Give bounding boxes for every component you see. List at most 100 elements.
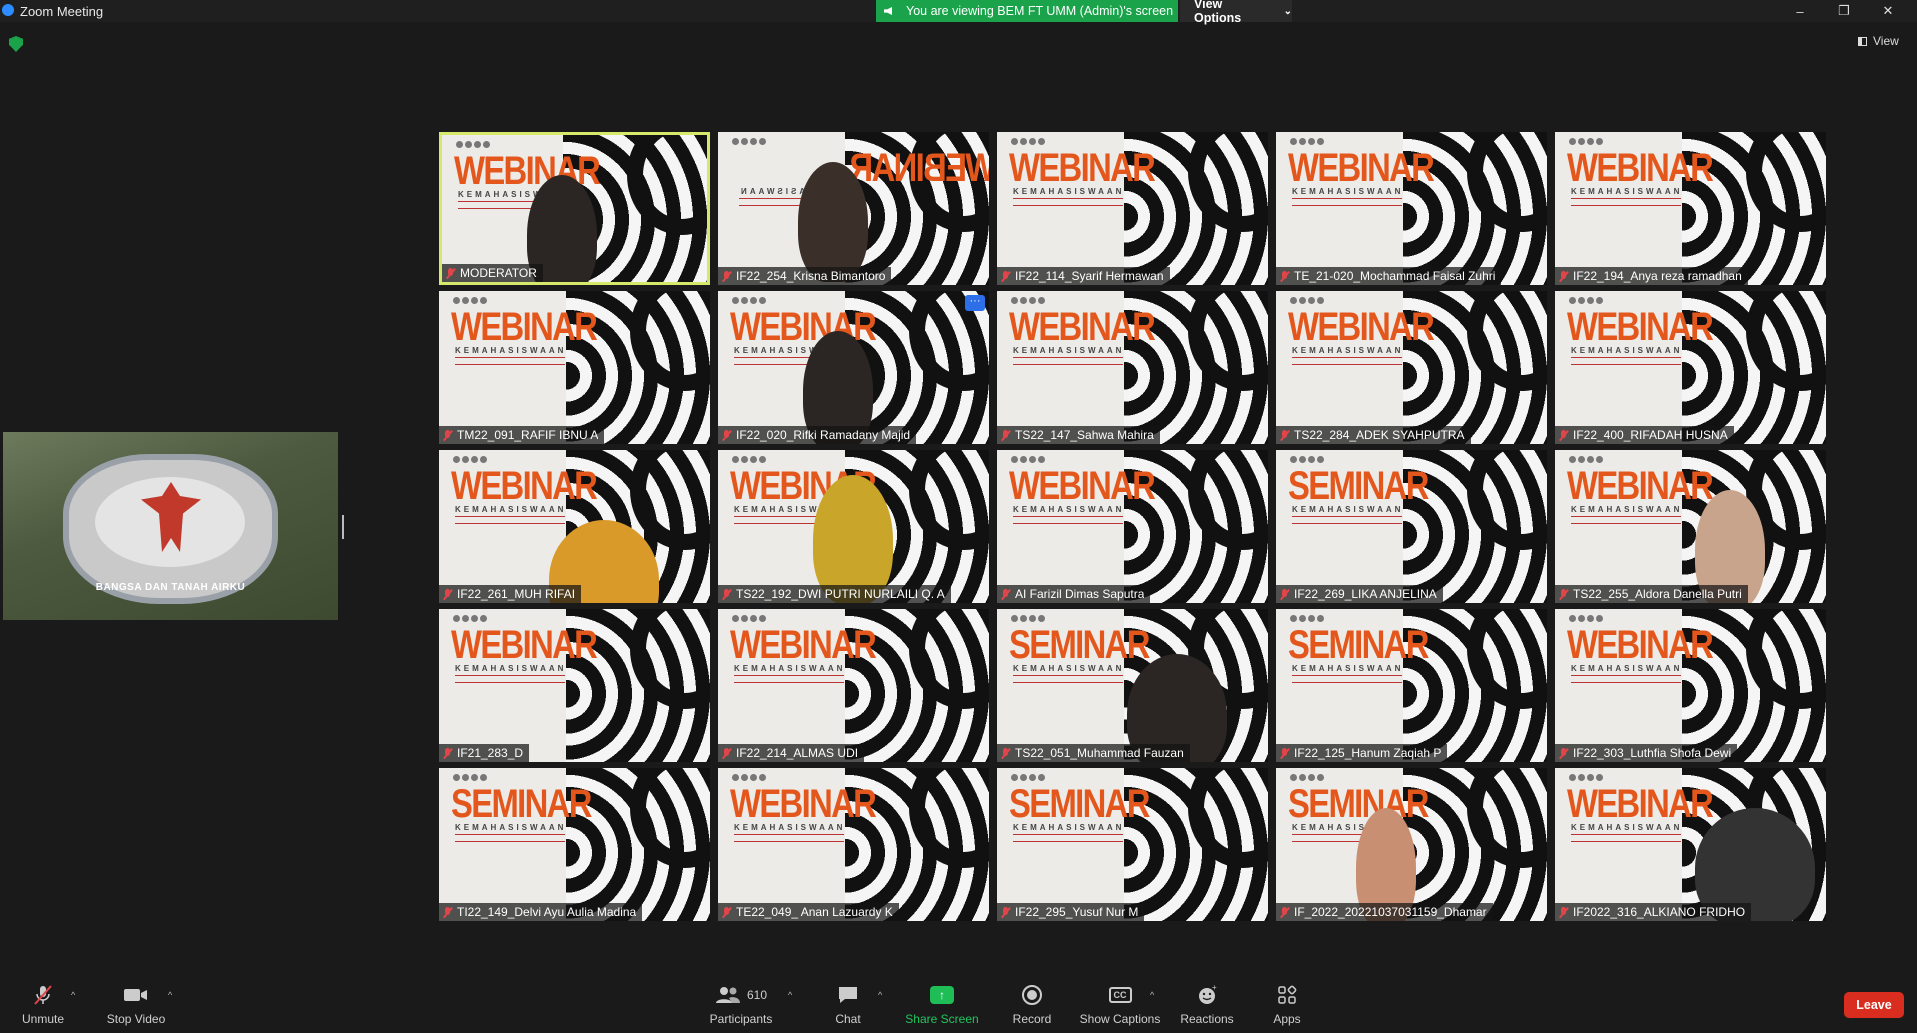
poster-subtitle: KEMAHASISWAAN [455, 664, 567, 673]
muted-microphone-icon [1280, 588, 1289, 600]
participant-video-tile[interactable]: WEBINAR KEMAHASISWAAN IF2022_316_ALKIANO F… [1555, 768, 1826, 921]
show-captions-label: Show Captions [1079, 1012, 1161, 1026]
muted-microphone-icon [443, 429, 452, 441]
poster-headline: WEBINAR [1567, 146, 1714, 190]
meeting-toolbar: Unmute ^ Stop Video ^ 610 Participants ^… [0, 968, 1917, 1033]
stop-video-button[interactable]: Stop Video [104, 968, 168, 1033]
muted-microphone-icon [1559, 588, 1568, 600]
participant-video-tile[interactable]: WEBINAR KEMAHASISWAAN IF21_283_D [439, 609, 710, 762]
poster-subtitle: KEMAHASISWAAN [1571, 505, 1683, 514]
participant-video-tile[interactable]: WEBINAR KEMAHASISWAAN IF22_303_Luthfia Sho… [1555, 609, 1826, 762]
maximize-button[interactable]: ❐ [1822, 0, 1866, 22]
view-button[interactable]: View [1858, 34, 1899, 48]
poster-tagline [1013, 516, 1123, 524]
participant-video-tile[interactable]: WEBINAR KEMAHASISWAAN TS22_284_ADEK SYAHPU… [1276, 291, 1547, 444]
poster-headline: SEMINAR [1009, 623, 1150, 667]
participant-name-label: TE_21-020_Mochammad Faisal Zuhri [1276, 267, 1502, 285]
view-options-button[interactable]: View Options ⌄ [1180, 0, 1292, 25]
participant-video-tile[interactable]: WEBINAR KEMAHASISWAAN TS22_192_DWI PUTRI N… [718, 450, 989, 603]
participant-video-tile[interactable]: WEBINAR KEMAHASISWAAN TE22_049_ Anan Lazua… [718, 768, 989, 921]
viewing-share-banner: You are viewing BEM FT UMM (Admin)'s scr… [876, 0, 1178, 22]
poster-logos [1290, 138, 1330, 146]
unmute-button[interactable]: Unmute [18, 968, 68, 1033]
participant-video-tile[interactable]: WEBINAR KEMAHASISWAAN AI Farizil Dimas Sap… [997, 450, 1268, 603]
share-screen-button[interactable]: ↑ Share Screen [904, 968, 980, 1033]
participant-video-tile[interactable]: WEBINAR KEMAHASISWAAN TS22_255_Aldora Dane… [1555, 450, 1826, 603]
close-button[interactable]: ✕ [1866, 0, 1910, 22]
participant-video-tile[interactable]: SEMINAR KEMAHASISWAAN TI22_149_Delvi Ayu A… [439, 768, 710, 921]
leave-button[interactable]: Leave [1844, 992, 1904, 1018]
poster-tagline [1292, 357, 1402, 365]
participant-video-tile[interactable]: SEMINAR KEMAHASISWAAN IF22_125_Hanum Zaqia… [1276, 609, 1547, 762]
closed-captions-icon: CC [1108, 984, 1132, 1006]
poster-tagline [1571, 834, 1681, 842]
participant-video-tile[interactable]: SEMINAR KEMAHASISWAAN IF22_269_LIKA ANJELI… [1276, 450, 1547, 603]
participant-name-label: TS22_192_DWI PUTRI NURLAILI Q. A [718, 585, 951, 603]
poster-logos [453, 456, 493, 464]
participant-video-tile[interactable]: WEBINAR KEMAHASISWAAN IF22_214_ALMAS UDI [718, 609, 989, 762]
video-gallery: WEBINAR KEMAHASISWAAN MODERATOR WEBINAR KEMA… [439, 132, 1827, 922]
panel-resize-handle[interactable] [342, 515, 344, 539]
reactions-button[interactable]: + Reactions [1178, 968, 1236, 1033]
audio-options-caret-icon[interactable]: ^ [71, 990, 75, 1000]
poster-tagline [734, 834, 844, 842]
poster-logos [1290, 297, 1330, 305]
participant-name: TS22_147_Sahwa Mahira [1015, 428, 1154, 442]
poster-headline: WEBINAR [1567, 782, 1714, 826]
shared-screen-thumbnail[interactable]: BANGSA DAN TANAH AIRKU [3, 432, 338, 620]
poster-logos [453, 297, 493, 305]
participant-video-tile[interactable]: SEMINAR KEMAHASISWAAN IF_2022_202210370311… [1276, 768, 1547, 921]
poster-subtitle: KEMAHASISWAAN [1013, 505, 1125, 514]
participant-name: TS22_192_DWI PUTRI NURLAILI Q. A [736, 587, 945, 601]
participant-name-label: IF22_269_LIKA ANJELINA [1276, 585, 1443, 603]
muted-microphone-icon [443, 747, 452, 759]
poster-logos [732, 615, 772, 623]
poster-logos [1290, 456, 1330, 464]
participant-name-label: IF21_283_D [439, 744, 530, 762]
captions-options-caret-icon[interactable]: ^ [1150, 990, 1154, 1000]
poster-headline: SEMINAR [1288, 464, 1429, 508]
participant-video-tile[interactable]: WEBINAR KEMAHASISWAAN IF22_194_Anya reza r… [1555, 132, 1826, 285]
muted-microphone-icon [1001, 747, 1010, 759]
poster-headline: WEBINAR [730, 782, 877, 826]
participant-video-tile[interactable]: WEBINAR KEMAHASISWAAN IF22_261_MUH RIFAI [439, 450, 710, 603]
participant-video-tile[interactable]: WEBINAR KEMAHASISWAAN ··· IF22_020_Rifki Ra… [718, 291, 989, 444]
zoom-logo-icon [2, 4, 14, 16]
apps-button[interactable]: Apps [1270, 968, 1304, 1033]
poster-subtitle: KEMAHASISWAAN [1571, 346, 1683, 355]
video-options-caret-icon[interactable]: ^ [168, 990, 172, 1000]
participants-options-caret-icon[interactable]: ^ [788, 990, 792, 1000]
share-banner-text: You are viewing BEM FT UMM (Admin)'s scr… [906, 4, 1174, 18]
participant-video-tile[interactable]: SEMINAR KEMAHASISWAAN TS22_051_Muhammad Fa… [997, 609, 1268, 762]
more-options-button[interactable]: ··· [965, 295, 985, 311]
participant-video-tile[interactable]: WEBINAR KEMAHASISWAAN TS22_147_Sahwa Mahir… [997, 291, 1268, 444]
participant-video-tile[interactable]: WEBINAR KEMAHASISWAAN IF22_114_Syarif Herm… [997, 132, 1268, 285]
participant-video-tile[interactable]: WEBINAR KEMAHASISWAAN IF22_254_Krisna Bima… [718, 132, 989, 285]
poster-logos [453, 774, 493, 782]
show-captions-button[interactable]: CC Show Captions [1078, 968, 1162, 1033]
participant-video-tile[interactable]: WEBINAR KEMAHASISWAAN IF22_400_RIFADAH HUS… [1555, 291, 1826, 444]
participant-video-tile[interactable]: WEBINAR KEMAHASISWAAN TE_21-020_Mochammad … [1276, 132, 1547, 285]
participant-name-label: TE22_049_ Anan Lazuardy K [718, 903, 899, 921]
chat-bubble-icon [837, 984, 859, 1006]
muted-microphone-icon [1280, 270, 1289, 282]
participants-button[interactable]: 610 Participants [706, 968, 776, 1033]
participant-name-label: IF22_125_Hanum Zaqiah P [1276, 744, 1448, 762]
participant-video-tile[interactable]: WEBINAR KEMAHASISWAAN MODERATOR [439, 132, 710, 285]
participant-name: TM22_091_RAFIF IBNU A [457, 428, 599, 442]
muted-microphone-icon [1559, 429, 1568, 441]
poster-tagline [455, 675, 565, 683]
muted-microphone-icon [722, 747, 731, 759]
minimize-button[interactable]: – [1778, 0, 1822, 22]
poster-subtitle: KEMAHASISWAAN [455, 823, 567, 832]
muted-microphone-icon [1559, 270, 1568, 282]
participant-name: TS22_051_Muhammad Fauzan [1015, 746, 1184, 760]
chat-options-caret-icon[interactable]: ^ [878, 990, 882, 1000]
record-button[interactable]: Record [1010, 968, 1054, 1033]
poster-tagline [1571, 516, 1681, 524]
chat-button[interactable]: Chat [830, 968, 866, 1033]
security-shield-icon[interactable] [9, 36, 23, 52]
participant-video-tile[interactable]: WEBINAR KEMAHASISWAAN TM22_091_RAFIF IBNU … [439, 291, 710, 444]
participant-video-tile[interactable]: SEMINAR KEMAHASISWAAN IF22_295_Yusuf Nur M [997, 768, 1268, 921]
poster-subtitle: KEMAHASISWAAN [734, 823, 846, 832]
